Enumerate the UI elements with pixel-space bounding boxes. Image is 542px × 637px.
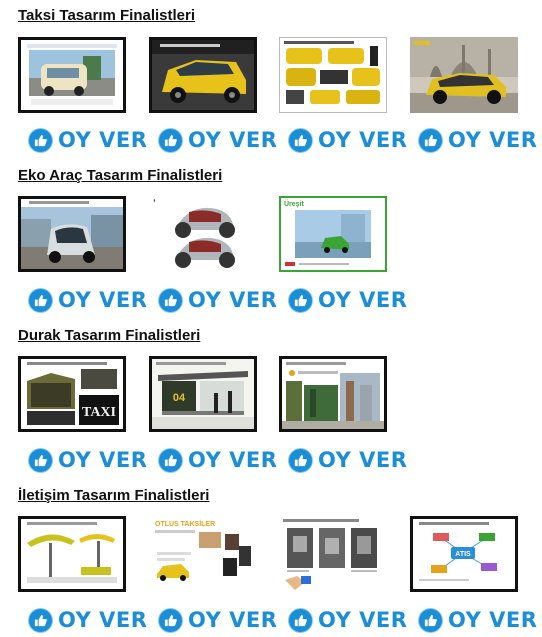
oy-ver-button-iletisim-2[interactable]: OY VER bbox=[158, 606, 277, 634]
taksi-finalist-4-thumbnail[interactable] bbox=[410, 37, 518, 113]
oy-ver-button-eko-1[interactable]: OY VER bbox=[28, 286, 147, 314]
oy-ver-label: OY VER bbox=[318, 448, 408, 472]
oy-ver-button-durak-1[interactable]: OY VER bbox=[28, 446, 147, 474]
oy-ver-button-taksi-2[interactable]: OY VER bbox=[158, 126, 277, 154]
iletisim-finalist-4-thumbnail[interactable]: ATIS bbox=[410, 516, 518, 592]
durak-2-text: 04 bbox=[173, 392, 186, 404]
section-title-eko-arac: Eko Araç Tasarım Finalistleri bbox=[18, 167, 223, 184]
thumbs-up-icon bbox=[418, 127, 443, 153]
oy-ver-label: OY VER bbox=[448, 128, 538, 152]
taksi-finalist-1-thumbnail[interactable] bbox=[18, 37, 126, 113]
oy-ver-label: OY VER bbox=[58, 608, 148, 632]
eko-arac-finalist-2-thumbnail[interactable]: ’ bbox=[149, 196, 257, 272]
oy-ver-label: OY VER bbox=[58, 288, 148, 312]
thumbs-up-icon bbox=[418, 607, 443, 633]
oy-ver-label: OY VER bbox=[318, 128, 408, 152]
oy-ver-label: OY VER bbox=[188, 288, 278, 312]
oy-ver-button-taksi-1[interactable]: OY VER bbox=[28, 126, 147, 154]
eko-arac-finalist-3-thumbnail[interactable]: Üreşit bbox=[279, 196, 387, 272]
oy-ver-button-taksi-4[interactable]: OY VER bbox=[418, 126, 537, 154]
durak-finalist-3-thumbnail[interactable] bbox=[279, 356, 387, 432]
thumbs-up-icon bbox=[288, 607, 313, 633]
thumbs-up-icon bbox=[28, 287, 53, 313]
thumbs-up-icon bbox=[158, 607, 183, 633]
thumbs-up-icon bbox=[158, 127, 183, 153]
oy-ver-button-iletisim-4[interactable]: OY VER bbox=[418, 606, 537, 634]
thumbs-up-icon bbox=[28, 447, 53, 473]
section-title-taksi: Taksi Tasarım Finalistleri bbox=[18, 7, 196, 24]
thumbs-up-icon bbox=[288, 447, 313, 473]
eko-2-mark: ’ bbox=[153, 197, 156, 211]
oy-ver-button-iletisim-3[interactable]: OY VER bbox=[288, 606, 407, 634]
taksi-finalist-3-thumbnail[interactable] bbox=[279, 37, 387, 113]
iletisim-finalist-3-thumbnail[interactable] bbox=[279, 516, 387, 592]
thumbs-up-icon bbox=[28, 607, 53, 633]
oy-ver-button-durak-2[interactable]: OY VER bbox=[158, 446, 277, 474]
iletisim-finalist-1-thumbnail[interactable] bbox=[18, 516, 126, 592]
oy-ver-button-eko-3[interactable]: OY VER bbox=[288, 286, 407, 314]
oy-ver-button-taksi-3[interactable]: OY VER bbox=[288, 126, 407, 154]
thumbs-up-icon bbox=[28, 127, 53, 153]
durak-finalist-2-thumbnail[interactable]: 04 bbox=[149, 356, 257, 432]
oy-ver-label: OY VER bbox=[448, 608, 538, 632]
iletisim-finalist-2-thumbnail[interactable]: OTLUS TAKSİLER bbox=[149, 516, 257, 592]
durak-finalist-1-thumbnail[interactable]: TAXI bbox=[18, 356, 126, 432]
eko-arac-finalist-1-thumbnail[interactable] bbox=[18, 196, 126, 272]
oy-ver-button-iletisim-1[interactable]: OY VER bbox=[28, 606, 147, 634]
oy-ver-label: OY VER bbox=[188, 608, 278, 632]
oy-ver-label: OY VER bbox=[188, 128, 278, 152]
durak-1-sign: TAXI bbox=[82, 405, 116, 420]
oy-ver-label: OY VER bbox=[58, 448, 148, 472]
oy-ver-button-durak-3[interactable]: OY VER bbox=[288, 446, 407, 474]
thumbs-up-icon bbox=[158, 447, 183, 473]
taksi-finalist-2-thumbnail[interactable] bbox=[149, 37, 257, 113]
iletisim-2-heading: OTLUS TAKSİLER bbox=[155, 520, 215, 528]
oy-ver-label: OY VER bbox=[188, 448, 278, 472]
oy-ver-button-eko-2[interactable]: OY VER bbox=[158, 286, 277, 314]
oy-ver-label: OY VER bbox=[318, 288, 408, 312]
thumbs-up-icon bbox=[288, 127, 313, 153]
iletisim-4-center: ATIS bbox=[455, 551, 471, 558]
oy-ver-label: OY VER bbox=[318, 608, 408, 632]
section-title-durak: Durak Tasarım Finalistleri bbox=[18, 327, 201, 344]
oy-ver-label: OY VER bbox=[58, 128, 148, 152]
section-title-iletisim: İletişim Tasarım Finalistleri bbox=[18, 487, 210, 504]
thumbs-up-icon bbox=[158, 287, 183, 313]
thumbs-up-icon bbox=[288, 287, 313, 313]
eko-3-logo: Üreşit bbox=[284, 199, 305, 208]
